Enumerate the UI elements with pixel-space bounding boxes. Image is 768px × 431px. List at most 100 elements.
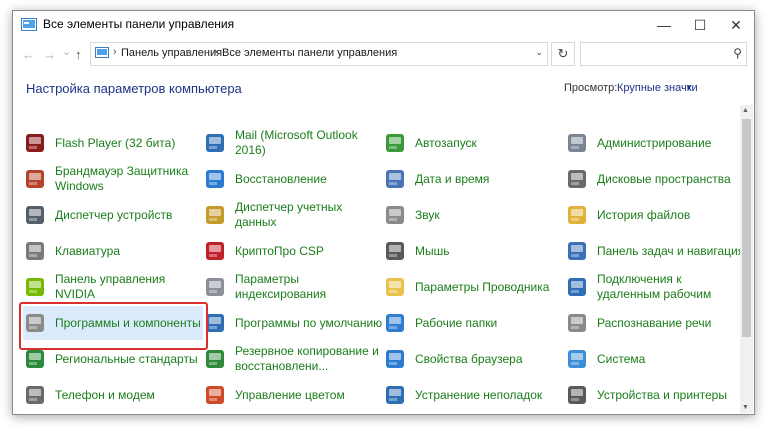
- control-panel-item[interactable]: Дисковые пространства: [565, 162, 745, 196]
- item-label: Рабочие папки: [415, 315, 498, 330]
- scroll-down-icon[interactable]: ▼: [742, 404, 749, 411]
- control-panel-item[interactable]: Резервное копирование и восстановлени...: [203, 342, 383, 376]
- troubleshooting-icon: [383, 383, 407, 407]
- control-panel-item[interactable]: Flash Player (32 бита): [23, 126, 203, 160]
- breadcrumb-separator-icon: ›: [113, 46, 117, 58]
- internet-options-icon: [383, 347, 407, 371]
- item-label: Mail (Microsoft Outlook 2016): [235, 128, 358, 157]
- control-panel-item[interactable]: История файлов: [565, 198, 745, 232]
- system-icon: [565, 347, 589, 371]
- file-history-icon: [565, 203, 589, 227]
- page-heading: Настройка параметров компьютера: [26, 81, 242, 96]
- vertical-scrollbar[interactable]: ▲ ▼: [740, 105, 753, 413]
- item-label: Программы по умолчанию: [235, 315, 383, 330]
- minimize-button[interactable]: —: [646, 11, 682, 39]
- control-panel-item[interactable]: Телефон и модем: [23, 378, 203, 412]
- keyboard-icon: [23, 239, 47, 263]
- control-panel-item[interactable]: Панель управления NVIDIA: [23, 270, 203, 304]
- item-label: Распознавание речи: [597, 315, 712, 330]
- view-by-label: Просмотр:: [564, 82, 618, 94]
- credential-manager-icon: [203, 203, 227, 227]
- autoplay-icon: [383, 131, 407, 155]
- up-arrow-icon[interactable]: ↑: [75, 47, 82, 62]
- remote-desktop-icon: [565, 275, 589, 299]
- control-panel-item[interactable]: Дата и время: [383, 162, 563, 196]
- control-panel-item[interactable]: Звук: [383, 198, 563, 232]
- control-panel-item[interactable]: Подключения к удаленным рабочим: [565, 270, 745, 304]
- control-panel-item[interactable]: Система: [565, 342, 745, 376]
- address-bar[interactable]: › Панель управления › Все элементы панел…: [90, 42, 548, 66]
- control-panel-item[interactable]: Распознавание речи: [565, 306, 745, 340]
- item-label: Телефон и модем: [55, 387, 155, 402]
- recent-locations-icon[interactable]: ⌄: [62, 45, 71, 58]
- control-panel-item[interactable]: Администрирование: [565, 126, 745, 160]
- firewall-icon: [23, 167, 47, 191]
- window-title: Все элементы панели управления: [43, 17, 235, 31]
- backup-restore-icon: [203, 347, 227, 371]
- control-panel-item[interactable]: Устройства и принтеры: [565, 378, 745, 412]
- forward-arrow-icon[interactable]: →: [43, 47, 56, 62]
- mail-icon: [203, 131, 227, 155]
- refresh-button[interactable]: ↻: [551, 42, 575, 66]
- control-panel-item[interactable]: Автозапуск: [383, 126, 563, 160]
- item-label: Автозапуск: [415, 135, 477, 150]
- control-panel-item[interactable]: Параметры Проводника: [383, 270, 563, 304]
- item-label: Брандмауэр Защитника Windows: [55, 164, 189, 193]
- control-panel-window: Все элементы панели управления — ☐ ✕ ← →…: [12, 10, 755, 415]
- item-label: Дата и время: [415, 171, 490, 186]
- item-label: КриптоПро CSP: [235, 243, 324, 258]
- search-input[interactable]: ⚲: [580, 42, 747, 66]
- device-manager-icon: [23, 203, 47, 227]
- item-label: Устройства и принтеры: [597, 387, 727, 402]
- scrollbar-thumb[interactable]: [742, 119, 751, 337]
- control-panel-item[interactable]: Программы по умолчанию: [203, 306, 383, 340]
- control-panel-item[interactable]: Параметры индексирования: [203, 270, 383, 304]
- item-label: Администрирование: [597, 135, 712, 150]
- work-folders-icon: [383, 311, 407, 335]
- control-panel-item[interactable]: Рабочие папки: [383, 306, 563, 340]
- control-panel-item[interactable]: Управление цветом: [203, 378, 383, 412]
- file-explorer-options-icon: [383, 275, 407, 299]
- chevron-down-icon[interactable]: ▼: [685, 83, 693, 92]
- address-dropdown-icon[interactable]: ⌄: [535, 47, 543, 58]
- control-panel-item[interactable]: Брандмауэр Защитника Windows: [23, 162, 203, 196]
- item-label: Дисковые пространства: [597, 171, 731, 186]
- item-label: Устранение неполадок: [415, 387, 543, 402]
- control-panel-item[interactable]: Мышь: [383, 234, 563, 268]
- control-panel-item[interactable]: КриптоПро CSP: [203, 234, 383, 268]
- control-panel-item[interactable]: Свойства браузера: [383, 342, 563, 376]
- title-bar[interactable]: Все элементы панели управления — ☐ ✕: [13, 11, 754, 39]
- breadcrumb-control-panel[interactable]: Панель управления: [121, 47, 222, 59]
- item-label: Диспетчер устройств: [55, 207, 173, 222]
- breadcrumb-separator-icon: ›: [214, 46, 218, 58]
- maximize-button[interactable]: ☐: [682, 11, 718, 39]
- close-button[interactable]: ✕: [718, 11, 754, 39]
- devices-printers-icon: [565, 383, 589, 407]
- mouse-icon: [383, 239, 407, 263]
- region-icon: [23, 347, 47, 371]
- indexing-options-icon: [203, 275, 227, 299]
- item-label: Панель управления NVIDIA: [55, 272, 166, 301]
- control-panel-item[interactable]: Восстановление: [203, 162, 383, 196]
- control-panel-item[interactable]: Mail (Microsoft Outlook 2016): [203, 126, 383, 160]
- item-label: Параметры индексирования: [235, 272, 327, 301]
- control-panel-item[interactable]: Диспетчер устройств: [23, 198, 203, 232]
- back-arrow-icon[interactable]: ←: [22, 47, 35, 62]
- item-label: Региональные стандарты: [55, 351, 198, 366]
- control-panel-item[interactable]: Устранение неполадок: [383, 378, 563, 412]
- control-panel-item[interactable]: Панель задач и навигация: [565, 234, 745, 268]
- item-label: Резервное копирование и восстановлени...: [235, 344, 379, 373]
- item-label: Клавиатура: [55, 243, 120, 258]
- control-panel-item[interactable]: Клавиатура: [23, 234, 203, 268]
- date-time-icon: [383, 167, 407, 191]
- nvidia-icon: [23, 275, 47, 299]
- control-panel-icon: [21, 18, 37, 31]
- color-management-icon: [203, 383, 227, 407]
- item-label: Система: [597, 351, 646, 366]
- recovery-icon: [203, 167, 227, 191]
- scroll-up-icon[interactable]: ▲: [742, 107, 749, 114]
- item-label: Панель задач и навигация: [597, 243, 745, 258]
- breadcrumb-all-items[interactable]: Все элементы панели управления: [222, 47, 397, 59]
- highlight-box: [19, 302, 208, 350]
- control-panel-item[interactable]: Диспетчер учетных данных: [203, 198, 383, 232]
